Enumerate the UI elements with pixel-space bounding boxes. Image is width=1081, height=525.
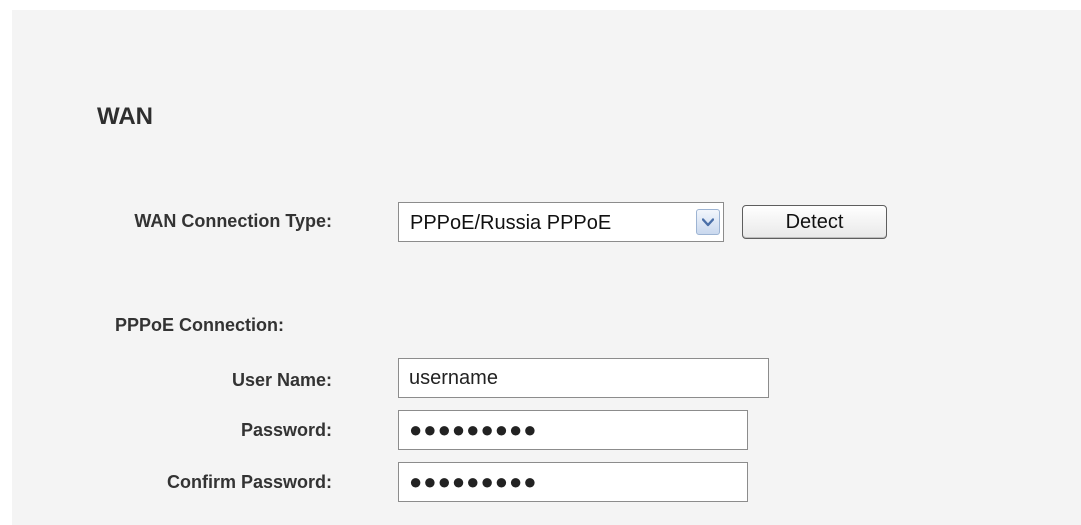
password-label: Password: — [240, 420, 332, 440]
detect-button[interactable]: Detect — [742, 205, 887, 239]
wan-connection-type-label: WAN Connection Type: — [134, 211, 332, 231]
password-input[interactable] — [398, 410, 748, 450]
wan-connection-type-select[interactable]: PPPoE/Russia PPPoE — [398, 202, 724, 242]
confirm-password-label: Confirm Password: — [166, 472, 332, 492]
select-dropdown-button[interactable] — [696, 209, 720, 235]
pppoe-connection-label: PPPoE Connection: — [115, 315, 285, 335]
user-name-label: User Name: — [231, 370, 332, 390]
page-title: WAN — [97, 103, 153, 130]
user-name-input[interactable] — [398, 358, 769, 398]
chevron-down-icon — [702, 218, 714, 227]
wan-connection-type-value: PPPoE/Russia PPPoE — [410, 212, 612, 234]
confirm-password-input[interactable] — [398, 462, 748, 502]
